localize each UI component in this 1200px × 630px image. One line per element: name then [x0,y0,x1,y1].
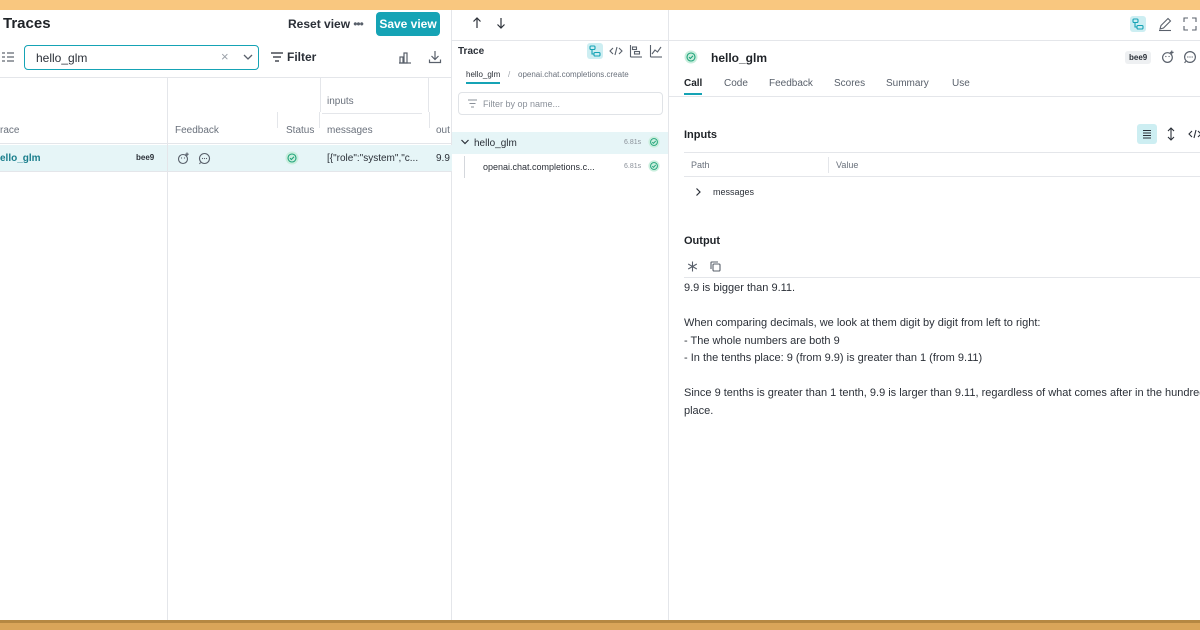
value-column-header: Value [836,160,859,170]
column-divider [167,145,168,172]
reset-view-button[interactable]: Reset view [282,14,356,34]
divider [452,40,669,41]
filter-icon [271,52,283,62]
output-cell[interactable]: 9.9 [436,153,450,164]
column-separator[interactable] [319,112,320,128]
group-underline [322,113,422,114]
code-icon[interactable] [608,43,624,59]
trace-tree-pane: Trace hello_glm / openai.chat.completion… [452,10,669,620]
call-details-pane: hello_glm bee9 Call Code Feedback Scores… [669,10,1200,620]
success-status-icon [285,151,299,165]
filter-label: Filter [287,50,317,64]
tree-view-icon[interactable] [587,43,603,59]
traces-header: Traces Reset view ••• Save view [0,10,452,38]
op-filter-input[interactable]: Filter by op name... [458,92,663,115]
call-title: hello_glm [711,51,768,65]
add-reaction-icon[interactable] [177,152,190,165]
breadcrumb-separator: / [508,70,511,79]
op-search-input[interactable]: hello_glm × [24,45,259,70]
tab-call[interactable]: Call [684,78,703,95]
tab-scores[interactable]: Scores [834,78,865,89]
arrow-down-icon[interactable] [494,16,508,30]
tree-view-icon[interactable] [1130,16,1146,32]
add-reaction-icon[interactable] [1161,50,1175,64]
expand-icon[interactable] [1161,124,1181,144]
version-badge: bee9 [1125,51,1152,64]
more-options-button[interactable]: ••• [348,14,368,34]
success-status-icon [684,50,698,64]
download-icon[interactable] [428,50,442,64]
tab-use[interactable]: Use [952,78,970,89]
search-value: hello_glm [36,51,88,65]
output-text: 9.9 is bigger than 9.11. When comparing … [684,282,1200,417]
column-header-trace[interactable]: race [0,125,19,136]
table-row[interactable]: ello_glm bee9 [{"role":"system","c... 9.… [0,145,452,172]
group-header-inputs: inputs [327,96,354,107]
tab-code[interactable]: Code [724,78,748,89]
node-duration: 6.81s [624,163,642,170]
timeline-icon[interactable] [628,43,644,59]
chart-icon[interactable] [398,50,412,64]
arrow-up-icon[interactable] [470,16,484,30]
traces-pane: Traces Reset view ••• Save view hello_gl… [0,10,452,620]
column-header-messages[interactable]: messages [327,125,373,136]
version-badge: bee9 [136,153,155,162]
grid-header [0,77,452,144]
asterisk-icon[interactable] [686,260,699,273]
success-status-icon [648,160,660,172]
tree-node-label: hello_glm [474,138,517,149]
trace-name-link[interactable]: ello_glm [0,153,41,164]
filter-icon [468,99,477,108]
chevron-down-icon[interactable] [241,50,255,64]
column-separator[interactable] [277,112,278,128]
divider [669,40,1200,41]
inputs-table-header: Path Value [684,152,1200,177]
clear-icon[interactable]: × [221,50,229,64]
inputs-heading: Inputs [684,129,717,141]
chevron-down-icon[interactable] [459,136,471,148]
column-header-status[interactable]: Status [286,125,314,136]
save-view-button[interactable]: Save view [376,12,440,36]
tree-node-label: openai.chat.completions.c... [483,162,595,172]
window-bottom-shadow [0,620,1200,623]
column-separator[interactable] [828,157,829,173]
copy-icon[interactable] [709,260,722,273]
call-tabs: Call Code Feedback Scores Summary Use [669,75,1200,97]
divider [684,277,1200,278]
edit-icon[interactable] [1157,16,1173,32]
columns-icon[interactable] [0,49,16,65]
group-divider [320,77,321,112]
breadcrumb-item[interactable]: hello_glm [466,70,501,84]
list-view-icon[interactable] [1137,124,1157,144]
chevron-right-icon[interactable] [692,186,704,198]
node-duration: 6.81s [624,139,642,146]
input-key: messages [713,187,755,197]
column-divider [167,172,168,620]
trace-panel-title: Trace [458,46,485,57]
tree-connector [464,156,465,178]
graph-icon[interactable] [648,43,664,59]
fullscreen-icon[interactable] [1182,16,1198,32]
tab-summary[interactable]: Summary [886,78,929,89]
column-separator[interactable] [429,112,430,128]
output-heading: Output [684,235,721,247]
tab-feedback[interactable]: Feedback [769,78,813,89]
comment-icon[interactable] [198,152,211,165]
code-icon[interactable] [1185,124,1200,144]
window-bottom-edge [0,620,1200,630]
op-filter-placeholder: Filter by op name... [483,99,561,109]
app-window: Traces Reset view ••• Save view hello_gl… [0,10,1200,620]
page-title: Traces [3,15,51,32]
messages-cell[interactable]: [{"role":"system","c... [327,153,418,164]
column-header-output[interactable]: out [436,125,450,136]
filter-bar: hello_glm × Filter [0,44,452,72]
column-header-feedback[interactable]: Feedback [175,125,219,136]
breadcrumb-item[interactable]: openai.chat.completions.create [518,70,629,79]
group-divider [428,77,429,112]
path-column-header: Path [691,160,710,170]
comment-icon[interactable] [1183,50,1197,64]
success-status-icon [648,136,660,148]
